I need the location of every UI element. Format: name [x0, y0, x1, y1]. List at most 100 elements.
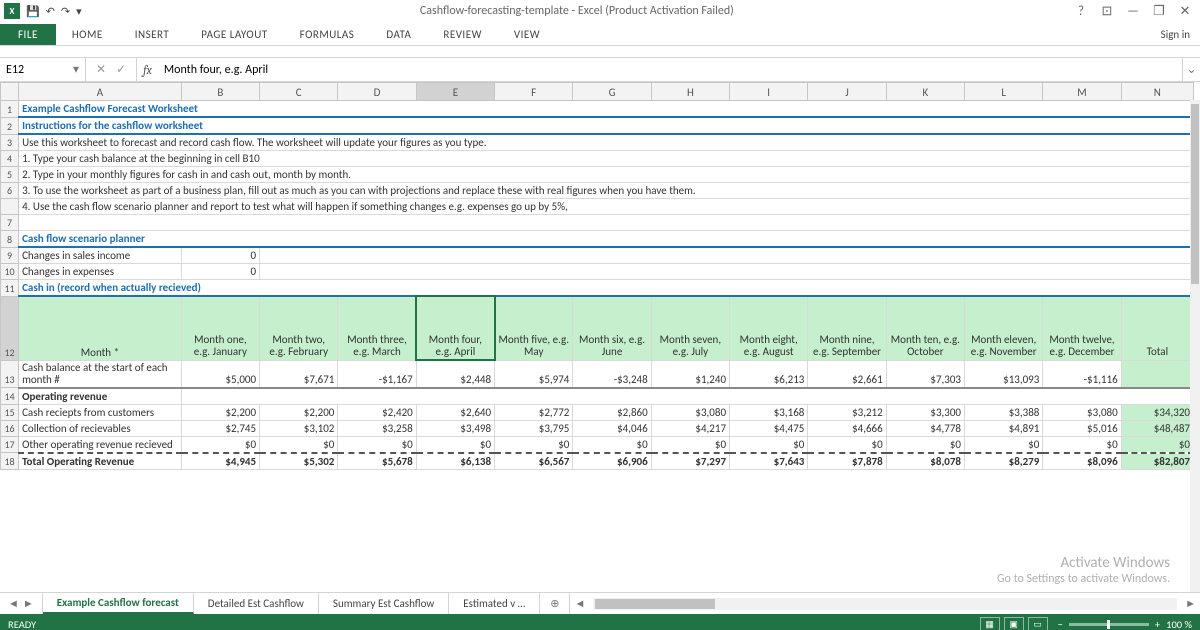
- cell[interactable]: $8,279: [965, 453, 1043, 470]
- cell[interactable]: $2,200: [181, 404, 259, 420]
- cell[interactable]: $5,000: [181, 360, 259, 388]
- normal-view-icon[interactable]: ▦: [980, 617, 1000, 630]
- col-header[interactable]: E: [416, 83, 494, 101]
- cell[interactable]: $3,102: [260, 420, 338, 436]
- cell[interactable]: 0: [181, 247, 259, 264]
- help-icon[interactable]: ?: [1072, 2, 1090, 20]
- new-sheet-icon[interactable]: ⊕: [540, 593, 569, 614]
- cell[interactable]: Month six, e.g. June: [573, 296, 651, 360]
- ribbon-display-icon[interactable]: ⊡: [1098, 2, 1116, 20]
- cell[interactable]: $3,388: [965, 404, 1043, 420]
- tab-view[interactable]: VIEW: [498, 24, 556, 45]
- row-header[interactable]: 11: [1, 280, 19, 297]
- row-header[interactable]: 1: [1, 101, 19, 118]
- sheet-tab-active[interactable]: Example Cashflow forecast: [43, 593, 194, 614]
- cell[interactable]: $3,168: [730, 404, 808, 420]
- redo-icon[interactable]: ↷: [61, 5, 70, 18]
- cell[interactable]: Month seven, e.g. July: [651, 296, 729, 360]
- enter-icon[interactable]: ✓: [116, 62, 126, 77]
- restore-icon[interactable]: ❐: [1150, 2, 1168, 20]
- cell[interactable]: $0: [1043, 436, 1121, 453]
- zoom-in-icon[interactable]: +: [1155, 618, 1160, 630]
- zoom-control[interactable]: − + 100 %: [1058, 618, 1192, 630]
- cell[interactable]: $8,078: [886, 453, 964, 470]
- cell[interactable]: $34,320: [1121, 404, 1193, 420]
- formula-input[interactable]: [158, 58, 1182, 81]
- sheet-tab[interactable]: Summary Est Cashflow: [319, 593, 449, 614]
- col-header[interactable]: H: [651, 83, 729, 101]
- close-icon[interactable]: ✕: [1176, 2, 1194, 20]
- cell[interactable]: $6,567: [495, 453, 573, 470]
- cell[interactable]: $2,420: [338, 404, 416, 420]
- tab-formulas[interactable]: FORMULAS: [284, 24, 371, 45]
- cell[interactable]: Month ten, e.g. October: [886, 296, 964, 360]
- select-all-corner[interactable]: [1, 83, 19, 101]
- cell[interactable]: Operating revenue: [19, 388, 182, 405]
- row-header[interactable]: 6: [1, 183, 19, 199]
- cell[interactable]: $7,303: [886, 360, 964, 388]
- row-header[interactable]: 8: [1, 231, 19, 248]
- tab-page-layout[interactable]: PAGE LAYOUT: [185, 24, 283, 45]
- cell[interactable]: $4,666: [808, 420, 886, 436]
- cell[interactable]: $2,772: [495, 404, 573, 420]
- row-header[interactable]: 9: [1, 247, 19, 264]
- cell[interactable]: Month twelve, e.g. December: [1043, 296, 1121, 360]
- cell[interactable]: $4,891: [965, 420, 1043, 436]
- cell[interactable]: Other operating revenue recieved: [19, 436, 182, 453]
- tab-review[interactable]: REVIEW: [427, 24, 498, 45]
- cell[interactable]: $0: [651, 436, 729, 453]
- cell[interactable]: $3,080: [1043, 404, 1121, 420]
- cell[interactable]: $2,200: [260, 404, 338, 420]
- zoom-level[interactable]: 100 %: [1166, 618, 1192, 630]
- cell[interactable]: $0: [730, 436, 808, 453]
- cell[interactable]: 3. To use the worksheet as part of a bus…: [19, 183, 1194, 199]
- formula-expand-icon[interactable]: ⌄: [1182, 58, 1200, 81]
- cell[interactable]: Cash reciepts from customers: [19, 404, 182, 420]
- cell[interactable]: $0: [495, 436, 573, 453]
- cell[interactable]: Month five, e.g. May: [495, 296, 573, 360]
- cell[interactable]: $2,640: [416, 404, 494, 420]
- col-header[interactable]: C: [260, 83, 338, 101]
- cell[interactable]: Total: [1121, 296, 1193, 360]
- cell[interactable]: $6,213: [730, 360, 808, 388]
- cell[interactable]: $7,297: [651, 453, 729, 470]
- cell[interactable]: Month eight, e.g. August: [730, 296, 808, 360]
- cell[interactable]: $6,906: [573, 453, 651, 470]
- row-header[interactable]: 4: [1, 151, 19, 167]
- section-instructions[interactable]: Instructions for the cashflow worksheet: [19, 117, 1194, 134]
- cell[interactable]: Total Operating Revenue: [19, 453, 182, 470]
- cell[interactable]: $5,678: [338, 453, 416, 470]
- cell[interactable]: $0: [416, 436, 494, 453]
- row-header[interactable]: 17: [1, 436, 19, 453]
- col-header[interactable]: B: [181, 83, 259, 101]
- cell[interactable]: $5,974: [495, 360, 573, 388]
- sheet-tab[interactable]: Detailed Est Cashflow: [194, 593, 319, 614]
- cell[interactable]: $5,016: [1043, 420, 1121, 436]
- cell[interactable]: Changes in expenses: [19, 264, 182, 280]
- fx-icon[interactable]: fx: [137, 58, 158, 81]
- cell[interactable]: $4,475: [730, 420, 808, 436]
- tab-file[interactable]: FILE: [0, 24, 56, 45]
- name-box-dropdown-icon[interactable]: ▾: [73, 62, 79, 77]
- cell[interactable]: $0: [573, 436, 651, 453]
- cell[interactable]: $6,138: [416, 453, 494, 470]
- cell[interactable]: -$1,167: [338, 360, 416, 388]
- sheet-nav-next-icon[interactable]: ►: [23, 597, 34, 610]
- cell[interactable]: $0: [965, 436, 1043, 453]
- col-header[interactable]: F: [495, 83, 573, 101]
- cell[interactable]: -$1,116: [1043, 360, 1121, 388]
- cell[interactable]: [260, 247, 1194, 264]
- row-header[interactable]: 2: [1, 117, 19, 134]
- cell[interactable]: $3,498: [416, 420, 494, 436]
- cell[interactable]: $3,212: [808, 404, 886, 420]
- cell[interactable]: $4,217: [651, 420, 729, 436]
- cell[interactable]: $3,300: [886, 404, 964, 420]
- name-box-input[interactable]: [6, 63, 69, 77]
- cell[interactable]: $4,046: [573, 420, 651, 436]
- row-header[interactable]: 7: [1, 215, 19, 231]
- cell[interactable]: $2,448: [416, 360, 494, 388]
- cell[interactable]: $0: [886, 436, 964, 453]
- zoom-slider[interactable]: [1069, 623, 1149, 626]
- horizontal-scrollbar[interactable]: ◄►: [569, 593, 1200, 614]
- cell[interactable]: Changes in sales income: [19, 247, 182, 264]
